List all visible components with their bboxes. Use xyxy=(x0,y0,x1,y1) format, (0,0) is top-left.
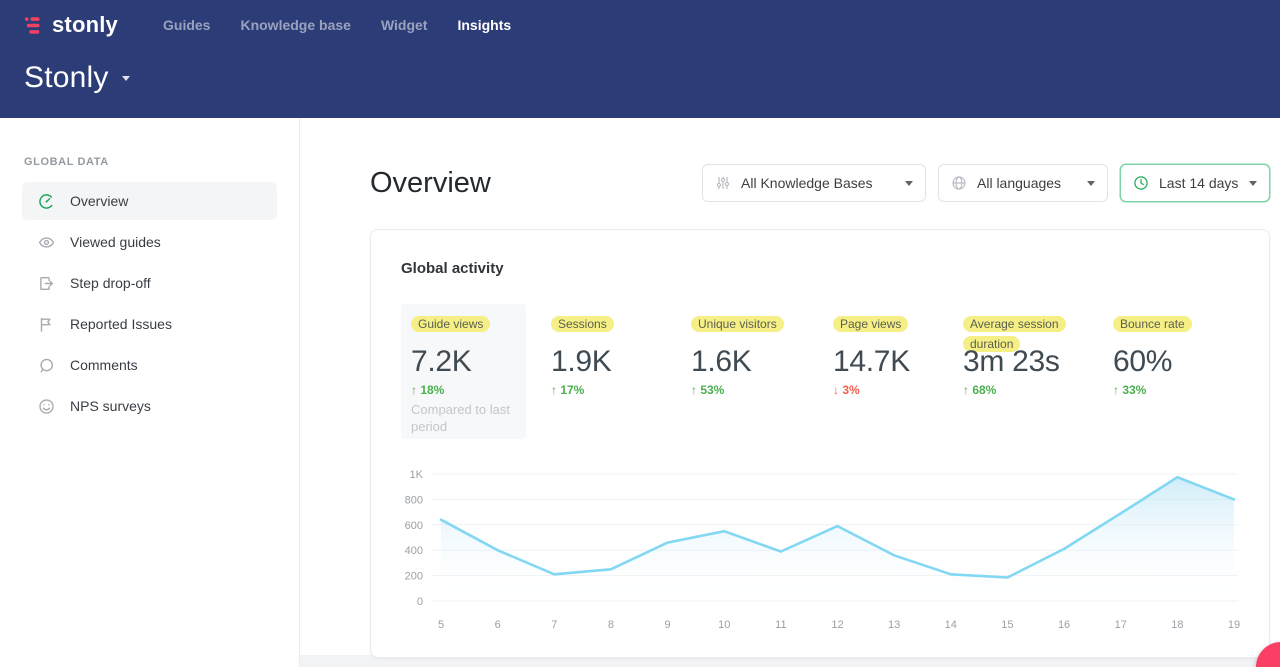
filter-value: All languages xyxy=(977,175,1061,191)
nav-item-insights[interactable]: Insights xyxy=(442,9,526,41)
metric-unique-visitors[interactable]: Unique visitors 1.6K ↑ 53% xyxy=(691,304,784,439)
workspace-selector[interactable]: Stonly xyxy=(24,61,1256,95)
flag-icon xyxy=(38,316,55,333)
svg-text:400: 400 xyxy=(405,545,423,557)
comment-icon xyxy=(38,357,55,374)
metric-value: 60% xyxy=(1113,345,1172,379)
global-activity-card: Global activity Guide views 7.2K ↑ 18% Comp… xyxy=(370,229,1270,658)
card-title: Global activity xyxy=(401,260,1269,277)
metric-delta: ↑ 17% xyxy=(551,383,584,397)
stonly-logo[interactable]: stonly xyxy=(24,12,118,38)
filter-all-knowledge-bases-dropdown[interactable]: All Knowledge Bases xyxy=(702,164,926,202)
filter-value: Last 14 days xyxy=(1159,175,1238,191)
step-out-icon xyxy=(38,275,55,292)
sidebar-item-viewed-guides[interactable]: Viewed guides xyxy=(22,223,277,261)
sidebar-item-label: Step drop-off xyxy=(70,275,151,291)
sidebar-item-reported-issues[interactable]: Reported Issues xyxy=(22,305,277,343)
top-navbar: stonly GuidesKnowledge baseWidgetInsight… xyxy=(0,0,1280,118)
svg-text:0: 0 xyxy=(417,596,423,608)
svg-text:800: 800 xyxy=(405,494,423,506)
svg-text:10: 10 xyxy=(718,619,730,631)
nav-item-guides[interactable]: Guides xyxy=(148,9,225,41)
filter-value: All Knowledge Bases xyxy=(741,175,873,191)
sidebar-item-overview[interactable]: Overview xyxy=(22,182,277,220)
chevron-down-icon xyxy=(1087,181,1095,186)
metric-value: 14.7K xyxy=(833,345,910,379)
metric-sessions[interactable]: Sessions 1.9K ↑ 17% xyxy=(551,304,614,439)
svg-text:7: 7 xyxy=(551,619,557,631)
clock-icon xyxy=(1133,175,1159,191)
workspace-title: Stonly xyxy=(24,61,109,95)
stonly-insights-app: stonly GuidesKnowledge baseWidgetInsight… xyxy=(0,0,1280,667)
svg-text:8: 8 xyxy=(608,619,614,631)
svg-text:1K: 1K xyxy=(410,469,424,481)
metric-average-session-duration[interactable]: Average session duration3m 23s↑ 68% xyxy=(963,304,1081,439)
filter-bar: All Knowledge Bases All languages Last 14 … xyxy=(702,164,1270,202)
sidebar-item-label: Viewed guides xyxy=(70,234,161,250)
activity-area-chart: 0 200 400 600 800 1K 5 6 7 8 9 10 11 12 13 14 15 16 17 18 19 xyxy=(401,458,1241,643)
svg-text:12: 12 xyxy=(831,619,843,631)
metric-page-views[interactable]: Page views 14.7K ↓ 3% xyxy=(833,304,908,439)
svg-text:11: 11 xyxy=(775,619,786,631)
metric-delta: ↑ 68% xyxy=(963,383,996,397)
svg-text:5: 5 xyxy=(438,619,444,631)
svg-text:16: 16 xyxy=(1058,619,1070,631)
metric-label: Unique visitors xyxy=(691,316,784,332)
svg-text:600: 600 xyxy=(405,520,423,532)
globe-icon xyxy=(951,175,977,191)
svg-text:17: 17 xyxy=(1115,619,1127,631)
sidebar-item-label: Overview xyxy=(70,193,128,209)
stonly-logo-icon xyxy=(24,16,45,35)
activity-chart: 0 200 400 600 800 1K 5 6 7 8 9 10 11 12 13 14 15 16 17 18 19 xyxy=(401,458,1241,643)
filter-all-languages-dropdown[interactable]: All languages xyxy=(938,164,1108,202)
filter-last-14-days-dropdown[interactable]: Last 14 days xyxy=(1120,164,1270,202)
metric-value: 1.6K xyxy=(691,345,752,379)
gauge-icon xyxy=(38,193,55,210)
chevron-down-icon xyxy=(122,76,130,81)
svg-text:18: 18 xyxy=(1171,619,1183,631)
logo-text: stonly xyxy=(52,12,118,38)
metric-delta: ↑ 33% xyxy=(1113,383,1146,397)
svg-text:200: 200 xyxy=(405,571,423,583)
metric-label: Bounce rate xyxy=(1113,316,1192,332)
sidebar: GLOBAL DATA Overview Viewed guides Step dr… xyxy=(0,118,300,667)
metric-delta: ↑ 18% xyxy=(411,383,444,397)
metric-label: Guide views xyxy=(411,316,490,332)
sliders-icon xyxy=(715,175,741,191)
page-title: Overview xyxy=(370,167,491,200)
sidebar-item-nps-surveys[interactable]: NPS surveys xyxy=(22,387,277,425)
primary-nav: GuidesKnowledge baseWidgetInsights xyxy=(148,9,526,41)
metric-delta: ↓ 3% xyxy=(833,383,860,397)
svg-text:19: 19 xyxy=(1228,619,1240,631)
metric-value: 1.9K xyxy=(551,345,612,379)
metric-label: Page views xyxy=(833,316,908,332)
nav-item-widget[interactable]: Widget xyxy=(366,9,443,41)
smiley-icon xyxy=(38,398,55,415)
svg-text:6: 6 xyxy=(495,619,501,631)
metrics-row: Guide views 7.2K ↑ 18% Compared to last per… xyxy=(371,304,1269,444)
metric-label: Sessions xyxy=(551,316,614,332)
sidebar-item-comments[interactable]: Comments xyxy=(22,346,277,384)
sidebar-item-label: NPS surveys xyxy=(70,398,151,414)
eye-icon xyxy=(38,234,55,251)
sidebar-item-step-drop-off[interactable]: Step drop-off xyxy=(22,264,277,302)
sidebar-section-label: GLOBAL DATA xyxy=(24,156,299,168)
metric-note: Compared to last period xyxy=(411,401,519,435)
chevron-down-icon xyxy=(905,181,913,186)
metric-value: 3m 23s xyxy=(963,345,1060,379)
metric-value: 7.2K xyxy=(411,345,472,379)
metric-delta: ↑ 53% xyxy=(691,383,724,397)
svg-text:9: 9 xyxy=(665,619,671,631)
main-content: Overview All Knowledge Bases All language… xyxy=(300,118,1280,667)
metric-bounce-rate[interactable]: Bounce rate 60% ↑ 33% xyxy=(1113,304,1192,439)
sidebar-item-label: Comments xyxy=(70,357,138,373)
svg-text:13: 13 xyxy=(888,619,900,631)
nav-item-knowledge-base[interactable]: Knowledge base xyxy=(225,9,365,41)
chevron-down-icon xyxy=(1249,181,1257,186)
sidebar-item-label: Reported Issues xyxy=(70,316,172,332)
svg-text:15: 15 xyxy=(1001,619,1013,631)
metric-guide-views[interactable]: Guide views 7.2K ↑ 18% Compared to last per… xyxy=(401,304,526,439)
svg-text:14: 14 xyxy=(945,619,957,631)
